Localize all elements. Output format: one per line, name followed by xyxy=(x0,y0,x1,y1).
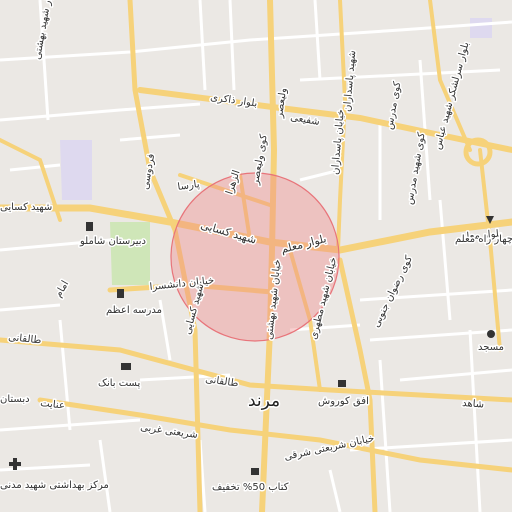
park-area xyxy=(110,222,150,285)
poi-label: دبیرستان شاملو xyxy=(79,236,146,247)
shop-icon xyxy=(251,468,259,475)
school-icon xyxy=(117,289,124,298)
map-layer: بلوار ذاکری شفیعی ولیعصر خیابان پاسداران… xyxy=(0,0,512,512)
street-label: شهید کسایی xyxy=(0,202,52,213)
poi-label: افق کوروش xyxy=(318,396,369,407)
city-label: مرند xyxy=(248,391,280,411)
street-label: دبستان xyxy=(0,394,30,405)
poi-label: پست بانک xyxy=(98,378,140,389)
bank-icon xyxy=(121,363,131,370)
street-label: شاهد xyxy=(462,398,485,411)
map-canvas[interactable]: بلوار ذاکری شفیعی ولیعصر خیابان پاسداران… xyxy=(0,0,512,512)
mosque-icon xyxy=(487,330,495,338)
poi-label: مدرسه اعظم xyxy=(106,305,162,316)
special-area xyxy=(470,18,492,38)
school-grounds-area xyxy=(60,140,92,200)
shop-icon xyxy=(338,380,346,387)
poi-label: کتاب 50% تخفیف xyxy=(212,482,289,493)
school-icon xyxy=(86,222,93,231)
poi-label: مرکز بهداشتی شهید مدنی xyxy=(0,480,109,491)
street-label: چهار راه معلم xyxy=(455,234,512,245)
poi-label: مسجد xyxy=(478,342,504,353)
